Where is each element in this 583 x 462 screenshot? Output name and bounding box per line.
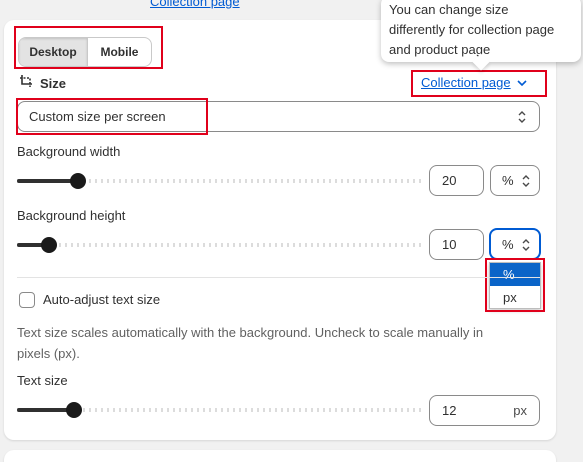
help-line-1: Text size scales automatically with the … bbox=[17, 325, 484, 340]
resize-icon bbox=[19, 74, 34, 92]
text-size-unit: px bbox=[513, 403, 527, 418]
background-height-label: Background height bbox=[17, 208, 126, 223]
tooltip-line-1: You can change size bbox=[389, 2, 509, 17]
slider-thumb[interactable] bbox=[65, 402, 82, 418]
select-updown-icon bbox=[521, 174, 531, 191]
auto-adjust-checkbox[interactable] bbox=[19, 292, 35, 308]
text-size-slider[interactable] bbox=[17, 402, 422, 418]
unit-option-px[interactable]: px bbox=[490, 286, 540, 309]
background-height-slider[interactable] bbox=[17, 237, 422, 253]
background-width-label: Background width bbox=[17, 144, 121, 159]
collection-page-selector[interactable]: Collection page bbox=[421, 75, 527, 90]
background-height-input[interactable]: 10 bbox=[429, 229, 484, 260]
slider-fill bbox=[17, 179, 78, 183]
auto-adjust-label: Auto-adjust text size bbox=[43, 292, 161, 307]
size-label: Size bbox=[40, 75, 67, 91]
background-height-unit: % bbox=[502, 236, 514, 252]
section-divider bbox=[17, 277, 540, 278]
info-tooltip: You can change size differently for coll… bbox=[381, 0, 581, 71]
size-mode-select[interactable]: Custom size per screen bbox=[17, 101, 540, 132]
text-size-label: Text size bbox=[17, 373, 68, 388]
help-line-2: pixels (px). bbox=[17, 346, 80, 361]
auto-adjust-help-text: Text size scales automatically with the … bbox=[17, 322, 537, 364]
background-width-slider[interactable] bbox=[17, 173, 422, 189]
slider-thumb[interactable] bbox=[41, 237, 58, 253]
background-height-value: 10 bbox=[442, 237, 457, 252]
text-size-value: 12 bbox=[442, 403, 457, 418]
text-size-input[interactable]: 12 px bbox=[429, 395, 540, 426]
collection-page-label: Collection page bbox=[421, 75, 511, 90]
background-width-unit: % bbox=[502, 173, 514, 188]
tooltip-line-2: differently for collection page bbox=[389, 22, 555, 37]
mobile-tab[interactable]: Mobile bbox=[88, 38, 151, 66]
background-width-input[interactable]: 20 bbox=[429, 165, 484, 196]
unit-option-percent[interactable]: % bbox=[490, 263, 540, 286]
desktop-tab[interactable]: Desktop bbox=[19, 38, 88, 66]
next-card bbox=[4, 450, 556, 462]
background-width-value: 20 bbox=[442, 173, 457, 188]
select-updown-icon bbox=[517, 110, 527, 127]
background-width-unit-select[interactable]: % bbox=[490, 165, 540, 196]
device-toggle: Desktop Mobile bbox=[18, 37, 152, 67]
chevron-down-icon bbox=[517, 75, 527, 90]
select-updown-icon bbox=[521, 238, 531, 255]
slider-thumb[interactable] bbox=[69, 173, 86, 189]
size-header: Size bbox=[19, 74, 66, 92]
top-cut-link[interactable]: Collection page bbox=[150, 0, 240, 9]
background-height-unit-select[interactable]: % bbox=[489, 228, 541, 260]
unit-dropdown-list: % px bbox=[489, 262, 541, 309]
size-mode-value: Custom size per screen bbox=[29, 109, 166, 124]
slider-track bbox=[17, 243, 422, 247]
